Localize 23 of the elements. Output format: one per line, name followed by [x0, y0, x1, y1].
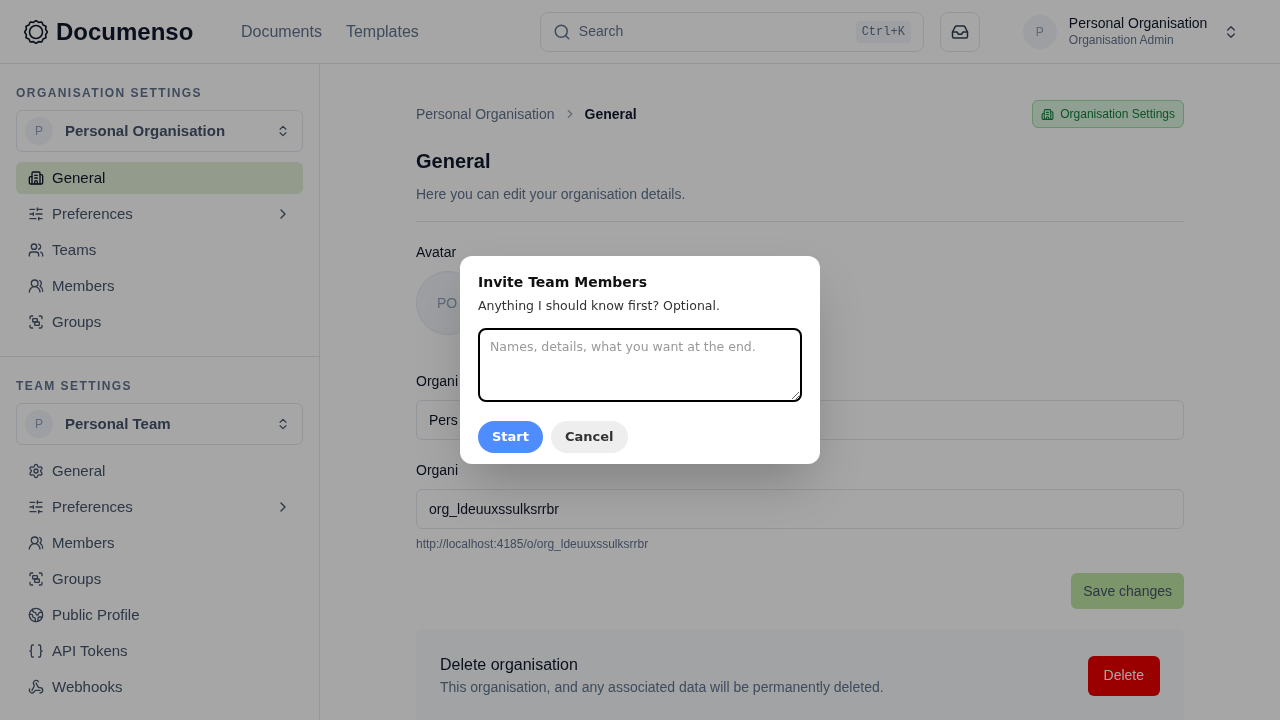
section-heading: TEAM SETTINGS [16, 378, 134, 395]
danger-title: Delete organisation [440, 655, 579, 675]
app-logo-text: Documenso [56, 16, 194, 47]
field-hint: http://localhost:4185/o/org_ldeuuxssulksrrbr [416, 536, 650, 553]
settings-badge: Organisation Settings [1032, 100, 1184, 128]
shortcut-key: Ctrl+K [855, 20, 911, 43]
danger-text: This organisation, and any associated data will be permanently deleted. [440, 678, 885, 697]
avatar: P [1022, 14, 1057, 49]
dialog-subtitle: Anything I should know first? Optional. [478, 297, 721, 315]
account-name: Personal Organisation [1068, 15, 1208, 33]
avatar: P [25, 410, 53, 438]
dialog-title: Invite Team Members [478, 273, 649, 292]
field-label: Organi [416, 372, 460, 391]
selector-label: Personal Team [65, 413, 172, 434]
avatar: P [25, 117, 53, 145]
page-title: General [416, 149, 492, 174]
field-label: Avatar [416, 243, 458, 262]
selector-label: Personal Organisation [65, 120, 227, 141]
account-role: Organisation Admin [1068, 32, 1174, 48]
search-placeholder: Search [578, 22, 625, 41]
field-label: Organi [416, 461, 460, 480]
page-subtitle: Here you can edit your organisation details. [416, 185, 687, 204]
section-heading: ORGANISATION SETTINGS [16, 85, 204, 102]
